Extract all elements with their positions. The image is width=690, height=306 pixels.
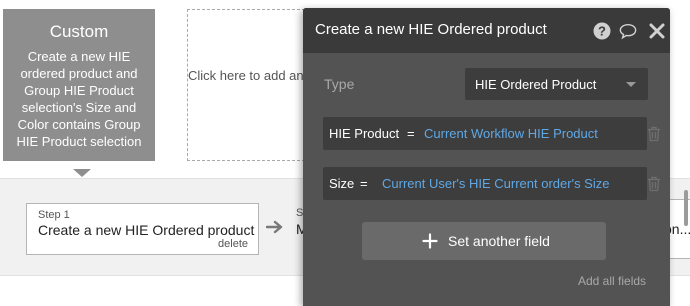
field-equals: =: [360, 176, 368, 191]
event-title: Custom: [49, 22, 109, 41]
trash-icon[interactable]: [647, 176, 661, 192]
svg-text:?: ?: [598, 24, 606, 39]
palette-header[interactable]: Create a new HIE Ordered product ?: [303, 8, 670, 53]
step-name: Create a new HIE Ordered product: [38, 222, 255, 238]
field-value-expression[interactable]: Current User's HIE Current order's Size: [382, 176, 609, 191]
help-icon[interactable]: ?: [593, 22, 611, 40]
field-key: HIE Product: [329, 126, 400, 141]
field-value-expression[interactable]: Current Workflow HIE Product: [424, 126, 598, 141]
type-label: Type: [324, 76, 355, 92]
type-dropdown[interactable]: HIE Ordered Product: [465, 68, 648, 100]
set-another-field-button[interactable]: Set another field: [362, 222, 606, 260]
field-key: Size: [329, 176, 355, 191]
field-row-size[interactable]: Size = Current User's HIE Current order'…: [323, 167, 647, 200]
add-all-fields-link[interactable]: Add all fields: [578, 274, 646, 288]
close-icon[interactable]: [648, 22, 666, 40]
step-delete-link[interactable]: delete: [218, 238, 248, 250]
property-editor-palette: Create a new HIE Ordered product ? Type …: [303, 8, 670, 306]
plus-icon: [422, 233, 438, 249]
field-row-hie-product[interactable]: HIE Product = Current Workflow HIE Produ…: [323, 117, 647, 150]
field-equals: =: [407, 126, 415, 141]
event-pointer: [73, 169, 91, 177]
step-card-1[interactable]: Step 1 Create a new HIE Ordered product …: [26, 203, 259, 255]
comment-icon[interactable]: [619, 22, 637, 40]
event-description: Create a new HIE ordered product and Gro…: [16, 49, 142, 149]
page-scrollbar[interactable]: [684, 190, 688, 226]
step-label: Step 1: [38, 209, 70, 221]
set-another-field-label: Set another field: [448, 233, 550, 249]
chevron-down-icon: [626, 82, 636, 87]
event-card-custom[interactable]: Custom Create a new HIE ordered product …: [3, 9, 155, 161]
type-selected-value: HIE Ordered Product: [475, 77, 597, 92]
arrow-right-icon: [266, 220, 283, 234]
trash-icon[interactable]: [647, 126, 661, 142]
palette-title: Create a new HIE Ordered product: [315, 21, 547, 38]
